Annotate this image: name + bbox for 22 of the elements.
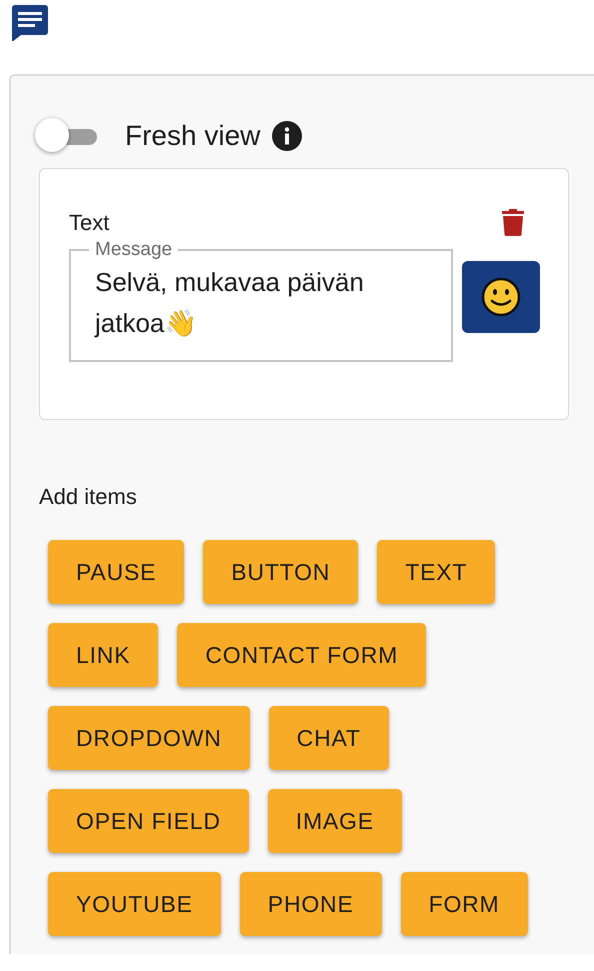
add-item-button[interactable]: TEXT [377,540,496,604]
section-title: Add items [39,484,138,510]
item-title: Text [69,210,110,236]
toggle-label: Fresh view [125,120,260,152]
chat-icon[interactable] [12,5,48,41]
add-item-button[interactable]: FORM [400,872,528,936]
emoji-button[interactable] [462,261,540,333]
add-item-button[interactable]: YOUTUBE [48,872,221,936]
add-item-button[interactable]: CONTACT FORM [177,623,426,687]
add-item-button[interactable]: CHAT [268,706,389,770]
add-item-button[interactable]: BUTTON [203,540,358,604]
add-item-button[interactable]: DROPDOWN [48,706,250,770]
message-text: Selvä, mukavaa päivän jatkoa👋 [95,266,365,340]
add-item-button[interactable]: PHONE [240,872,382,936]
trash-icon[interactable] [502,209,524,236]
add-item-button[interactable]: IMAGE [268,789,402,853]
add-item-button[interactable]: OPEN FIELD [48,789,249,853]
add-item-button[interactable]: PAUSE [48,540,184,604]
smiley-icon [481,277,522,317]
info-icon[interactable] [272,121,302,151]
field-label: Message [94,238,174,262]
add-item-button[interactable]: LINK [48,623,158,687]
